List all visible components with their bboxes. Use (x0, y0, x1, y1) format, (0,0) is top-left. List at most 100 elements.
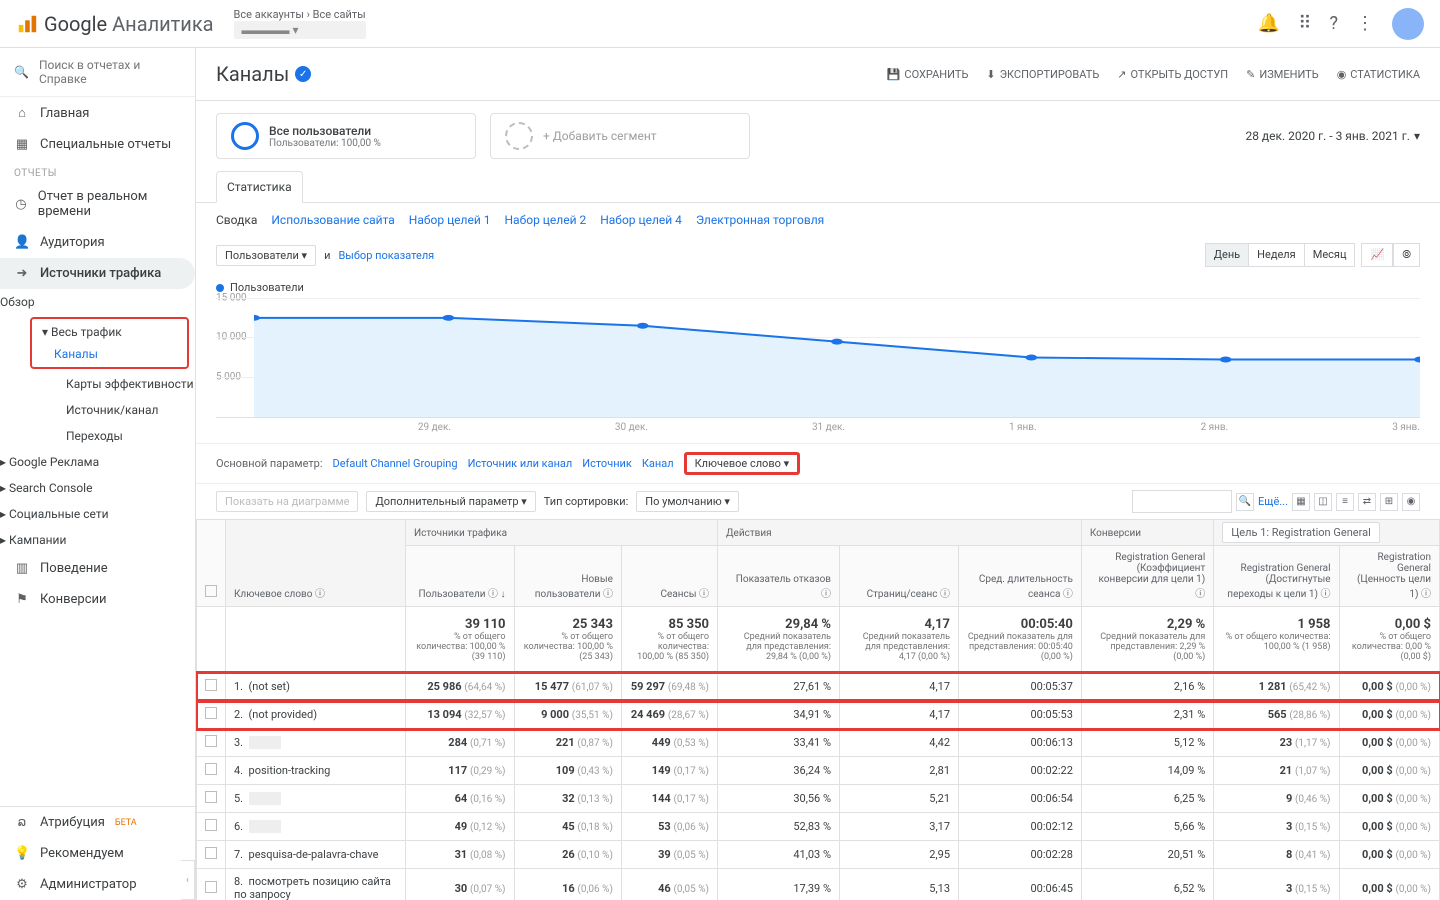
nav-treemaps[interactable]: Карты эффективности (0, 371, 195, 397)
col-pages[interactable]: Страниц/сеанс ⓘ (840, 546, 959, 607)
sort-selector[interactable]: По умолчанию ▾ (636, 491, 739, 512)
save-button[interactable]: 💾СОХРАНИТЬ (887, 68, 969, 81)
nav-social[interactable]: ▸ Социальные сети (0, 501, 195, 527)
nav-acquisition[interactable]: ➜Источники трафика (0, 258, 195, 289)
chart-type-line[interactable]: 📈 (1361, 243, 1393, 267)
acquisition-icon: ➜ (14, 266, 30, 281)
search-button[interactable]: 🔍 (1236, 493, 1254, 511)
col-new-users[interactable]: Новые пользователи ⓘ (514, 546, 621, 607)
table-row[interactable]: 7. pesquisa-de-palavra-chave 31 (0,08 %)… (197, 841, 1440, 869)
view-percent-icon[interactable]: ◫ (1314, 493, 1332, 511)
view-pivot-icon[interactable]: ⊞ (1380, 493, 1398, 511)
main-content: Каналы✓ 💾СОХРАНИТЬ ⬇ЭКСПОРТИРОВАТЬ ↗ОТКР… (196, 48, 1440, 900)
granularity-week[interactable]: Неделя (1248, 243, 1304, 267)
col-users[interactable]: Пользователи ⓘ ↓ (406, 546, 515, 607)
nav-realtime[interactable]: ◷Отчет в реальном времени (0, 181, 195, 227)
notifications-icon[interactable]: 🔔 (1258, 13, 1280, 34)
edit-button[interactable]: ✎ИЗМЕНИТЬ (1246, 68, 1319, 81)
row-checkbox[interactable] (205, 763, 217, 775)
more-icon[interactable]: ⋮ (1356, 13, 1374, 34)
nav-audience[interactable]: 👤Аудитория (0, 227, 195, 258)
apps-icon[interactable]: ⠿ (1298, 13, 1311, 34)
insights-button[interactable]: ◉СТАТИСТИКА (1337, 68, 1420, 81)
nav-all-traffic[interactable]: ▾ Весь трафик (32, 321, 187, 343)
col-sessions[interactable]: Сеансы ⓘ (621, 546, 717, 607)
row-checkbox[interactable] (205, 847, 217, 859)
nav-conversions[interactable]: ⚑Конверсии (0, 584, 195, 615)
nav-home[interactable]: ⌂Главная (0, 97, 195, 129)
table-row[interactable]: 2. (not provided) 13 094 (32,57 %) 9 000… (197, 701, 1440, 729)
col-bounce[interactable]: Показатель отказов ⓘ (718, 546, 840, 607)
table-row[interactable]: 8. посмотреть позицию сайта по запросу 3… (197, 869, 1440, 900)
chart-type-motion[interactable]: ⦾ (1393, 243, 1420, 267)
avatar[interactable] (1392, 8, 1424, 40)
col-duration[interactable]: Сред. длительность сеанса ⓘ (959, 546, 1082, 607)
col-keyword[interactable]: Ключевое слово (234, 589, 312, 600)
flag-icon: ⚑ (14, 592, 30, 607)
row-checkbox[interactable] (205, 707, 217, 719)
dim-default[interactable]: Default Channel Grouping (332, 457, 457, 470)
nav-campaigns[interactable]: ▸ Кампании (0, 527, 195, 553)
nav-attribution[interactable]: ລАтрибуция БЕТА (0, 807, 195, 838)
share-button[interactable]: ↗ОТКРЫТЬ ДОСТУП (1117, 68, 1228, 81)
dim-medium[interactable]: Канал (642, 457, 674, 470)
segment-all-users[interactable]: Все пользователиПользователи: 100,00 % (216, 113, 476, 159)
nav-referrals[interactable]: Переходы (0, 423, 195, 449)
row-checkbox[interactable] (205, 819, 217, 831)
nav-search-console[interactable]: ▸ Search Console (0, 475, 195, 501)
granularity-month[interactable]: Месяц (1304, 243, 1356, 267)
nav-google-ads[interactable]: ▸ Google Реклама (0, 449, 195, 475)
add-segment[interactable]: + Добавить сегмент (490, 113, 750, 159)
nav-custom[interactable]: ▦Специальные отчеты (0, 129, 195, 160)
compare-metric[interactable]: Выбор показателя (338, 249, 434, 262)
nav-source-medium[interactable]: Источник/канал (0, 397, 195, 423)
subtab-goals4[interactable]: Набор целей 4 (600, 213, 682, 227)
nav-discover[interactable]: 💡Рекомендуем (0, 838, 195, 869)
view-cloud-icon[interactable]: ◉ (1402, 493, 1420, 511)
granularity-day[interactable]: День (1205, 243, 1248, 267)
row-checkbox[interactable] (205, 881, 217, 893)
subtab-summary[interactable]: Сводка (216, 213, 257, 227)
secondary-dimension[interactable]: Дополнительный параметр ▾ (366, 491, 535, 512)
subtab-site-usage[interactable]: Использование сайта (271, 213, 394, 227)
col-goal-value[interactable]: Registration General (Ценность цели 1) ⓘ (1339, 546, 1439, 607)
tab-explorer[interactable]: Статистика (216, 171, 303, 203)
table-row[interactable]: 4. position-tracking 117 (0,29 %) 109 (0… (197, 757, 1440, 785)
export-button[interactable]: ⬇ЭКСПОРТИРОВАТЬ (986, 68, 1099, 81)
nav-overview[interactable]: Обзор (0, 289, 195, 315)
table-row[interactable]: 5. xxxxxx 64 (0,16 %) 32 (0,13 %) 144 (0… (197, 785, 1440, 813)
table-row[interactable]: 1. (not set) 25 986 (64,64 %) 15 477 (61… (197, 673, 1440, 701)
account-selector[interactable]: Все аккаунты › Все сайты ▬▬▬▬ ▾ (234, 8, 366, 39)
nav-behavior[interactable]: ▥Поведение (0, 553, 195, 584)
table-row[interactable]: 6. xxxxxx 49 (0,12 %) 45 (0,18 %) 53 (0,… (197, 813, 1440, 841)
row-checkbox[interactable] (205, 735, 217, 747)
subtab-goals1[interactable]: Набор целей 1 (409, 213, 491, 227)
advanced-filter[interactable]: Ещё... (1258, 495, 1288, 508)
search-input[interactable]: 🔍 Поиск в отчетах и Справке (0, 48, 195, 97)
row-checkbox[interactable] (205, 679, 217, 691)
col-goal-rate[interactable]: Registration General (Коэффициент конвер… (1081, 546, 1213, 607)
nav-channels[interactable]: Каналы (32, 343, 187, 365)
logo[interactable]: Google Аналитика (16, 12, 214, 36)
property-selector[interactable]: ▬▬▬▬ ▾ (234, 21, 366, 39)
conversion-selector[interactable]: Цель 1: Registration General (1222, 522, 1380, 543)
col-goal-compl[interactable]: Registration General (Достигнутые перехо… (1214, 546, 1339, 607)
dim-keyword-selected[interactable]: Ключевое слово ▾ (684, 452, 801, 475)
dim-source[interactable]: Источник (582, 457, 632, 470)
nav-admin[interactable]: ⚙Администратор (0, 869, 195, 900)
select-all-checkbox[interactable] (205, 585, 217, 597)
metric-selector[interactable]: Пользователи ▾ (216, 245, 316, 266)
date-range-selector[interactable]: 28 дек. 2020 г. - 3 янв. 2021 г. ▾ (1245, 129, 1420, 143)
subtab-goals2[interactable]: Набор целей 2 (505, 213, 587, 227)
view-table-icon[interactable]: ▦ (1292, 493, 1310, 511)
subtab-ecommerce[interactable]: Электронная торговля (696, 213, 824, 227)
table-row[interactable]: 3. xxxxxx 284 (0,71 %) 221 (0,87 %) 449 … (197, 729, 1440, 757)
table-search-input[interactable] (1132, 490, 1232, 513)
dim-source-medium[interactable]: Источник или канал (468, 457, 573, 470)
view-perf-icon[interactable]: ≡ (1336, 493, 1354, 511)
row-checkbox[interactable] (205, 791, 217, 803)
data-table: Ключевое слово ⓘ Источники трафика Дейст… (196, 519, 1440, 900)
collapse-sidebar[interactable]: ‹ (181, 860, 195, 900)
help-icon[interactable]: ? (1329, 13, 1338, 34)
view-compare-icon[interactable]: ⇄ (1358, 493, 1376, 511)
